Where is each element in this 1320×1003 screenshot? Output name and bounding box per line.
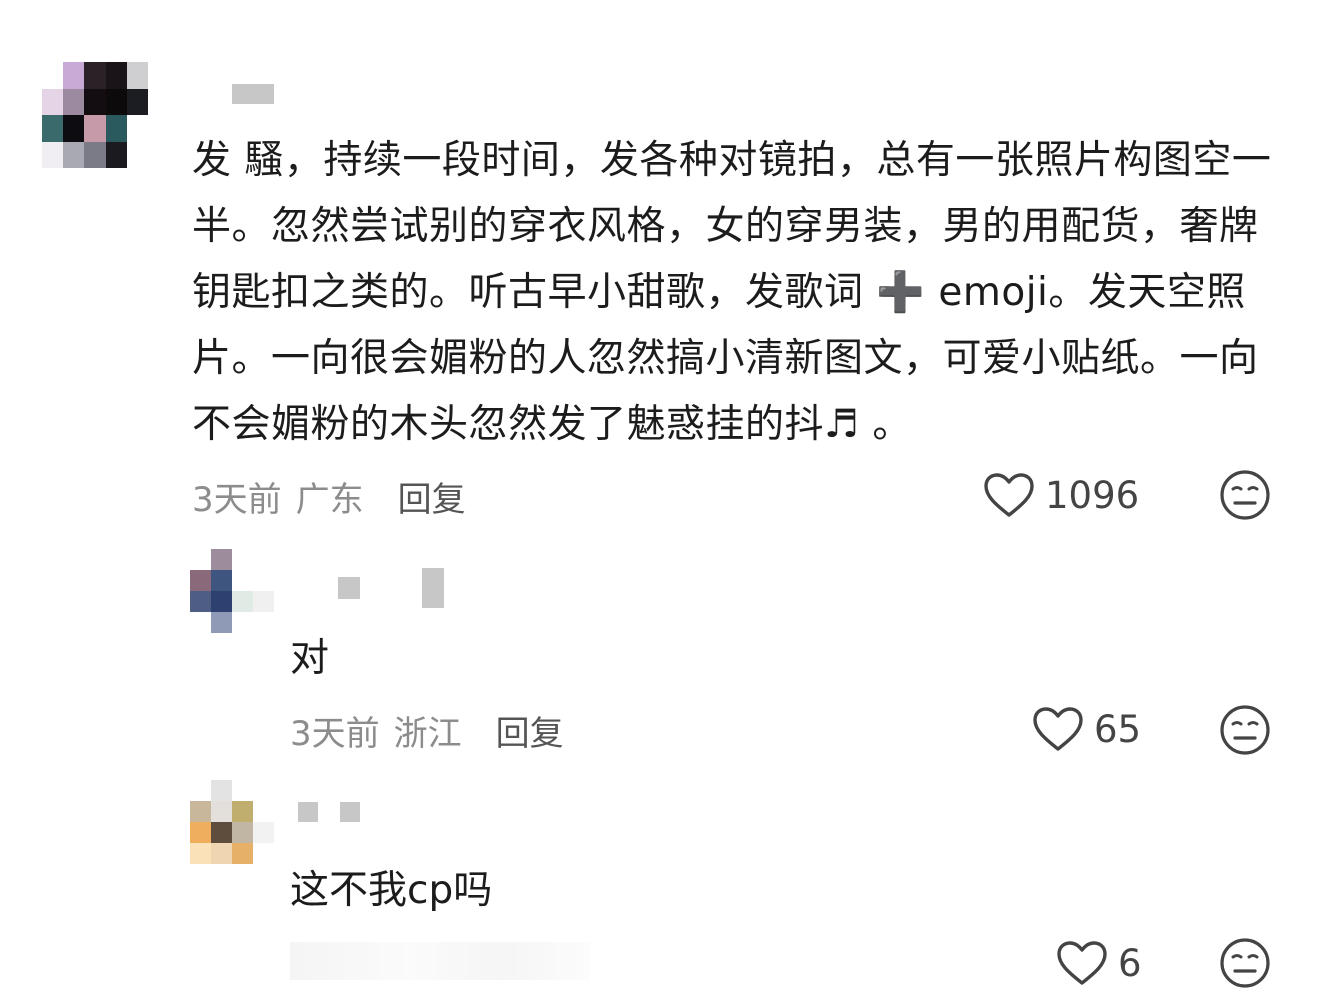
comment-meta: 3天前 浙江 回复 [290, 706, 564, 755]
avatar[interactable] [42, 62, 148, 168]
avatar-pixel [42, 141, 64, 168]
avatar-pixel [190, 822, 211, 843]
username-masked[interactable] [232, 84, 274, 104]
heart-outline-icon [984, 473, 1034, 517]
avatar-pixel [190, 780, 211, 801]
neutral-face-icon[interactable] [1219, 469, 1271, 521]
avatar-pixel [190, 801, 211, 822]
timestamp: 3天前 [192, 480, 282, 520]
like-button[interactable]: 1096 [983, 472, 1139, 518]
avatar-pixel [126, 115, 148, 142]
heart-outline-icon [1057, 941, 1107, 985]
blurred-meta [290, 942, 590, 980]
avatar-pixel [253, 801, 274, 822]
avatar-pixel [105, 141, 127, 168]
like-count: 65 [1094, 707, 1142, 751]
heart-outline-icon [1033, 707, 1083, 751]
avatar-pixel [232, 591, 253, 612]
avatar-pixel [211, 591, 232, 612]
username-masked[interactable] [298, 802, 360, 822]
avatar-pixel [253, 570, 274, 591]
avatar-pixel [42, 62, 64, 89]
avatar-pixel [232, 780, 253, 801]
avatar-pixel [211, 801, 232, 822]
reply-button[interactable]: 回复 [496, 706, 564, 755]
avatar[interactable] [190, 549, 274, 633]
avatar-pixel [190, 612, 211, 633]
avatar-pixel [84, 115, 106, 142]
neutral-face-icon[interactable] [1219, 937, 1271, 989]
timestamp: 3天前 [290, 714, 380, 754]
avatar-pixel [232, 801, 253, 822]
avatar-pixel [211, 780, 232, 801]
avatar-pixel [232, 822, 253, 843]
avatar-pixel [211, 822, 232, 843]
comment-text: 对 [290, 636, 330, 681]
avatar-pixel [253, 549, 274, 570]
avatar-pixel [84, 62, 106, 89]
avatar-pixel [211, 570, 232, 591]
like-count: 6 [1118, 941, 1142, 985]
like-count: 1096 [1045, 473, 1140, 517]
location: 广东 [295, 480, 364, 520]
avatar-pixel [63, 88, 85, 115]
avatar-pixel [63, 62, 85, 89]
avatar-pixel [126, 62, 148, 89]
avatar-pixel [190, 570, 211, 591]
comment-meta: 3天前 广东 回复 [192, 472, 466, 521]
avatar-pixel [105, 88, 127, 115]
avatar-pixel [211, 549, 232, 570]
reply-button[interactable]: 回复 [398, 472, 466, 521]
neutral-face-icon[interactable] [1219, 704, 1271, 756]
username-masked[interactable] [338, 568, 444, 608]
avatar-pixel [253, 780, 274, 801]
avatar-pixel [253, 822, 274, 843]
avatar-pixel [190, 843, 211, 864]
avatar-pixel [105, 115, 127, 142]
avatar-pixel [42, 88, 64, 115]
avatar[interactable] [190, 780, 274, 864]
avatar-pixel [126, 141, 148, 168]
avatar-pixel [211, 612, 232, 633]
avatar-pixel [190, 591, 211, 612]
avatar-pixel [105, 62, 127, 89]
avatar-pixel [84, 88, 106, 115]
avatar-pixel [253, 612, 274, 633]
comment-text: 这不我cp吗 [290, 868, 493, 913]
location: 浙江 [393, 714, 462, 754]
avatar-pixel [232, 570, 253, 591]
avatar-pixel [232, 549, 253, 570]
avatar-pixel [84, 141, 106, 168]
comment-text: 发 騷，持续一段时间，发各种对镜拍，总有一张照片构图空一半。忽然尝试别的穿衣风格… [192, 138, 1272, 447]
avatar-pixel [42, 115, 64, 142]
avatar-pixel [63, 141, 85, 168]
avatar-pixel [253, 591, 274, 612]
avatar-pixel [63, 115, 85, 142]
avatar-pixel [232, 612, 253, 633]
avatar-pixel [211, 843, 232, 864]
avatar-pixel [232, 843, 253, 864]
avatar-pixel [126, 88, 148, 115]
avatar-pixel [253, 843, 274, 864]
like-button[interactable]: 65 [1032, 706, 1141, 752]
avatar-pixel [190, 549, 211, 570]
like-button[interactable]: 6 [1056, 940, 1142, 986]
